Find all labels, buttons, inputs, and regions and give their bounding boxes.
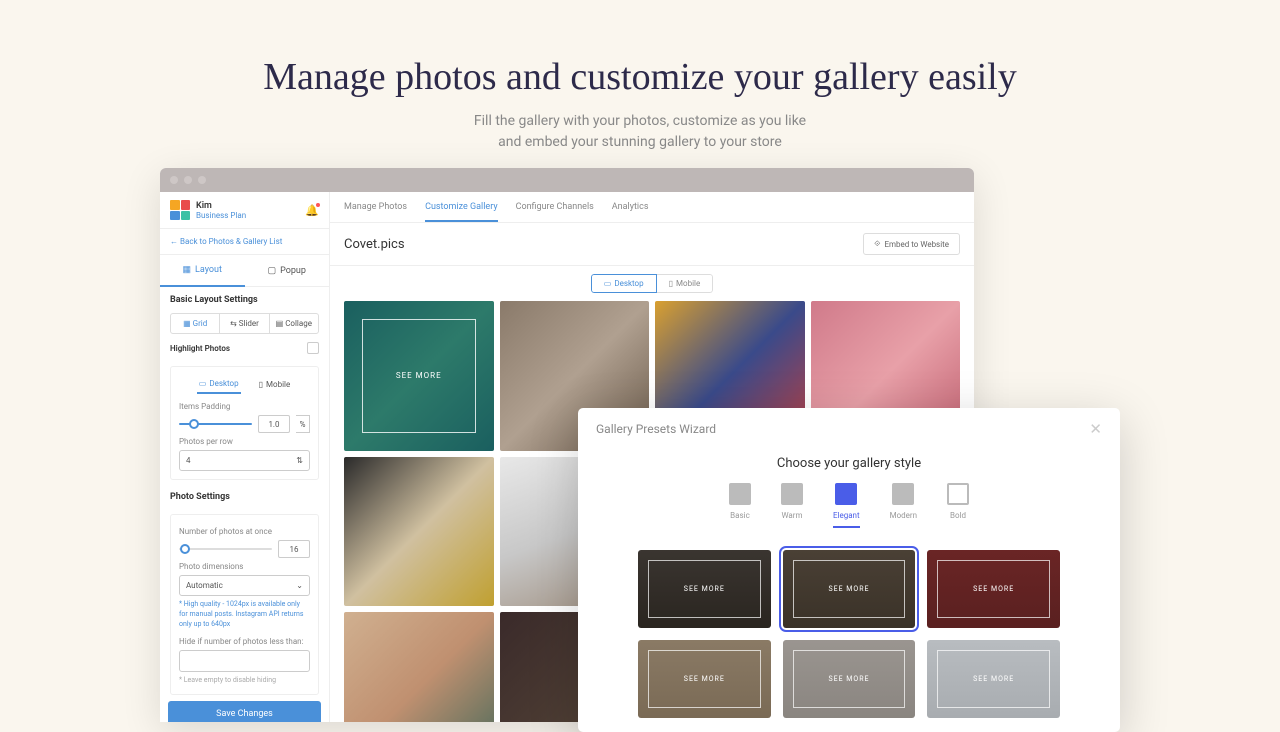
sidebar: Kim Business Plan 🔔 ← Back to Photos & G…	[160, 192, 330, 722]
num-photos-value[interactable]: 16	[278, 540, 310, 558]
style-bold[interactable]: Bold	[947, 483, 969, 528]
hide-hint: * Leave empty to disable hiding	[179, 676, 310, 686]
style-basic[interactable]: Basic	[729, 483, 751, 528]
section-basic-layout: Basic Layout Settings	[160, 287, 329, 313]
window-min-icon[interactable]	[184, 176, 192, 184]
modal-subtitle: Choose your gallery style	[578, 450, 1120, 483]
view-mobile[interactable]: ▯Mobile	[657, 274, 714, 293]
gallery-photo[interactable]	[344, 301, 494, 451]
user-plan: Business Plan	[196, 211, 246, 220]
close-icon[interactable]: ✕	[1089, 420, 1102, 438]
layout-mode-collage[interactable]: ▤ Collage	[270, 314, 318, 333]
highlight-checkbox[interactable]	[307, 342, 319, 354]
layout-mode-grid[interactable]: ▦ Grid	[171, 314, 220, 333]
notification-bell-icon[interactable]: 🔔	[305, 204, 319, 217]
tab-analytics[interactable]: Analytics	[612, 202, 649, 222]
gallery-photo[interactable]	[344, 457, 494, 607]
chevron-down-icon: ⌄	[296, 581, 303, 590]
style-modern[interactable]: Modern	[890, 483, 917, 528]
section-photo-settings: Photo Settings	[160, 484, 329, 510]
preset-option[interactable]	[783, 550, 916, 628]
padding-label: Items Padding	[179, 402, 310, 411]
layout-mode-slider[interactable]: ⇆ Slider	[220, 314, 269, 333]
hero-subtitle: Fill the gallery with your photos, custo…	[0, 111, 1280, 153]
style-elegant[interactable]: Elegant	[833, 483, 860, 528]
mobile-icon: ▯	[669, 279, 673, 288]
user-block: Kim Business Plan 🔔	[160, 192, 329, 229]
device-tab-desktop[interactable]: ▭Desktop	[197, 375, 241, 394]
tab-configure-channels[interactable]: Configure Channels	[516, 202, 594, 222]
style-warm[interactable]: Warm	[781, 483, 803, 528]
desktop-icon: ▭	[199, 379, 207, 388]
embed-icon: ⟐	[874, 239, 880, 249]
gallery-title: Covet.pics	[344, 237, 405, 252]
chevron-updown-icon: ⇅	[296, 456, 303, 465]
presets-wizard-modal: Gallery Presets Wizard ✕ Choose your gal…	[578, 408, 1120, 732]
hero-title: Manage photos and customize your gallery…	[0, 55, 1280, 99]
save-button[interactable]: Save Changes	[168, 701, 321, 722]
view-desktop[interactable]: ▭Desktop	[591, 274, 657, 293]
grid-icon: ▦	[183, 319, 191, 328]
grid-icon: ▦	[183, 265, 192, 275]
preset-option[interactable]	[927, 640, 1060, 718]
window-max-icon[interactable]	[198, 176, 206, 184]
num-photos-slider[interactable]	[179, 548, 272, 550]
slider-icon: ⇆	[230, 319, 237, 328]
app-logo-icon	[170, 200, 190, 220]
preset-option[interactable]	[783, 640, 916, 718]
sidebar-tab-popup[interactable]: ▢Popup	[245, 255, 330, 287]
dim-select[interactable]: Automatic⌄	[179, 575, 310, 596]
dim-label: Photo dimensions	[179, 562, 310, 571]
padding-slider[interactable]	[179, 423, 252, 425]
collage-icon: ▤	[276, 319, 284, 328]
per-row-label: Photos per row	[179, 437, 310, 446]
preset-option[interactable]	[927, 550, 1060, 628]
modal-title: Gallery Presets Wizard	[596, 422, 716, 436]
desktop-icon: ▭	[604, 279, 612, 288]
tab-manage-photos[interactable]: Manage Photos	[344, 202, 407, 222]
hide-input[interactable]	[179, 650, 310, 672]
highlight-label: Highlight Photos	[170, 344, 230, 353]
preset-option[interactable]	[638, 550, 771, 628]
embed-button[interactable]: ⟐Embed to Website	[863, 233, 960, 255]
preset-option[interactable]	[638, 640, 771, 718]
popup-icon: ▢	[268, 266, 277, 276]
gallery-photo[interactable]	[344, 612, 494, 722]
sidebar-tab-layout[interactable]: ▦Layout	[160, 255, 245, 287]
window-titlebar	[160, 168, 974, 192]
layout-mode-segment: ▦ Grid ⇆ Slider ▤ Collage	[170, 313, 319, 334]
user-name: Kim	[196, 201, 246, 211]
num-photos-label: Number of photos at once	[179, 527, 310, 536]
hide-label: Hide if number of photos less than:	[179, 637, 310, 646]
padding-value[interactable]: 1.0	[258, 415, 290, 433]
back-link[interactable]: ← Back to Photos & Gallery List	[160, 229, 329, 255]
dim-hint: * High quality - 1024px is available onl…	[179, 600, 310, 629]
per-row-select[interactable]: 4⇅	[179, 450, 310, 471]
window-close-icon[interactable]	[170, 176, 178, 184]
device-tab-mobile[interactable]: ▯Mobile	[257, 375, 293, 394]
tab-customize-gallery[interactable]: Customize Gallery	[425, 202, 498, 222]
mobile-icon: ▯	[259, 380, 263, 389]
padding-unit: %	[296, 415, 310, 433]
